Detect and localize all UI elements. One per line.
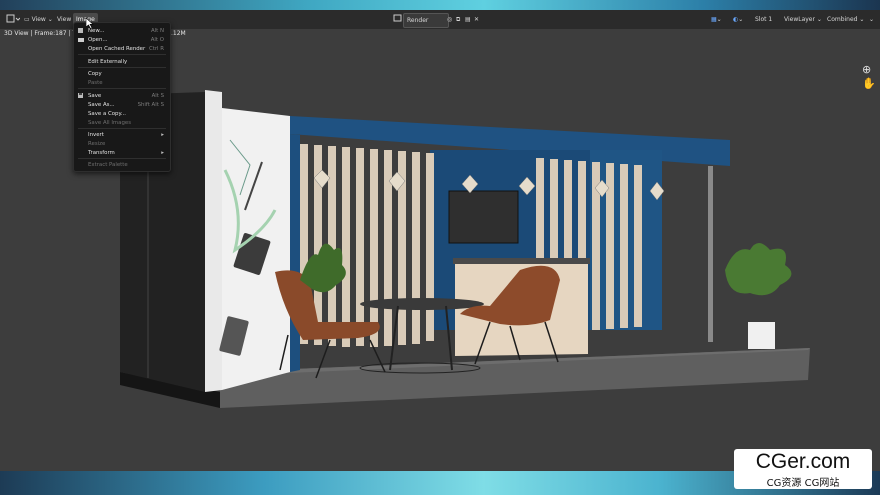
image-menu-dropdown: New... Alt N Open... Alt O Open Cached R…: [73, 22, 171, 172]
menu-item-shortcut: Shift Alt S: [137, 102, 164, 108]
slot-dropdown[interactable]: Slot 1 ⌄: [752, 13, 780, 36]
menu-item-save-all-images: Save All Images: [74, 119, 170, 127]
render-pass-dropdown[interactable]: Combined ⌄: [824, 13, 870, 26]
plant-right: [725, 243, 792, 296]
menu-item-label: Open...: [88, 37, 108, 43]
menu-item-copy[interactable]: Copy: [74, 70, 170, 78]
editor-type-icon: [6, 14, 21, 23]
overlay-icon: ◐: [733, 16, 739, 23]
menu-item-extract-palette: Extract Palette: [74, 161, 170, 169]
menu-separator: [78, 158, 166, 159]
menu-item-save-as[interactable]: Save As... Shift Alt S: [74, 101, 170, 109]
top-gradient-strip: [0, 0, 880, 10]
menu-item-shortcut: Alt S: [151, 93, 164, 99]
menu-item-shortcut: Ctrl R: [148, 46, 164, 52]
close-icon[interactable]: ✕: [471, 13, 485, 26]
menu-item-label: Save a Copy...: [88, 111, 127, 117]
menu-item-label: Save All Images: [88, 120, 132, 126]
menu-item-label: Save As...: [88, 102, 115, 108]
header-options-chevron[interactable]: ⌄: [866, 13, 880, 26]
menu-item-open-cached-render[interactable]: Open Cached Render Ctrl R: [74, 45, 170, 53]
zoom-icon[interactable]: ⊕: [862, 63, 874, 77]
menu-item-label: Extract Palette: [88, 162, 128, 168]
watermark-badge: CGer.com CG资源 CG网站: [734, 449, 872, 489]
menu-item-label: Transform: [88, 150, 115, 156]
display-channels-button[interactable]: ▦⌄: [708, 13, 732, 26]
menu-item-label: Edit Externally: [88, 59, 128, 65]
image-name-field[interactable]: Render Result: [403, 13, 449, 37]
menu-separator: [78, 67, 166, 68]
menu-view[interactable]: View: [54, 13, 74, 26]
menu-item-save-a-copy[interactable]: Save a Copy...: [74, 110, 170, 118]
plant-pot: [748, 322, 775, 349]
image-browse-icon: [393, 14, 402, 22]
hand-pan-icon[interactable]: ✋: [862, 77, 876, 91]
menu-view-1: View: [31, 16, 46, 23]
overlay-button[interactable]: ◐⌄: [730, 13, 754, 26]
menu-item-shortcut: Alt N: [150, 28, 164, 34]
watermark-title: CGer.com: [755, 450, 851, 473]
view-layer-dropdown[interactable]: ViewLayer ⌄: [781, 13, 825, 26]
menu-item-label: Copy: [88, 71, 102, 77]
menu-item-transform[interactable]: Transform ▸: [74, 149, 170, 157]
coffee-table: [360, 298, 484, 310]
editor-type-button[interactable]: [3, 13, 23, 26]
menu-item-shortcut: Alt O: [150, 37, 164, 43]
mouse-cursor-icon: [86, 18, 94, 29]
folder-icon: [78, 38, 84, 42]
menu-item-open[interactable]: Open... Alt O: [74, 36, 170, 44]
menu-item-label: Paste: [88, 80, 103, 86]
viewport-nav-gizmo: ⊕ ✋: [862, 63, 876, 91]
submenu-arrow-icon: ▸: [161, 150, 164, 156]
view-mode-dropdown[interactable]: ▭ View ⌄: [21, 13, 56, 26]
menu-item-resize: Resize: [74, 140, 170, 148]
menu-item-save[interactable]: Save Alt S: [74, 92, 170, 100]
menu-item-label: Invert: [88, 132, 104, 138]
menu-item-label: Open Cached Render: [88, 46, 146, 52]
new-image-icon: [78, 28, 83, 33]
submenu-arrow-icon: ▸: [161, 132, 164, 138]
menu-separator: [78, 128, 166, 129]
save-icon: [78, 93, 83, 98]
watermark-subtitle: CG资源 CG网站: [766, 478, 840, 489]
menu-item-label: Save: [88, 93, 102, 99]
menu-separator: [78, 54, 166, 55]
display-channels-icon: ▦: [711, 16, 717, 23]
menu-item-invert[interactable]: Invert ▸: [74, 131, 170, 139]
render-info-suffix: .12M: [171, 30, 186, 37]
menu-separator: [78, 88, 166, 89]
render-pass-label: Combined: [827, 16, 858, 23]
menu-item-label: Resize: [88, 141, 106, 147]
menu-item-edit-externally[interactable]: Edit Externally: [74, 58, 170, 66]
menu-item-paste: Paste: [74, 79, 170, 87]
slot-label: Slot 1: [755, 16, 773, 23]
view-layer-label: ViewLayer: [784, 16, 815, 23]
tv-screen: [448, 190, 519, 244]
view-mode-icon: ▭: [24, 16, 30, 23]
booth-floor: [220, 348, 810, 408]
